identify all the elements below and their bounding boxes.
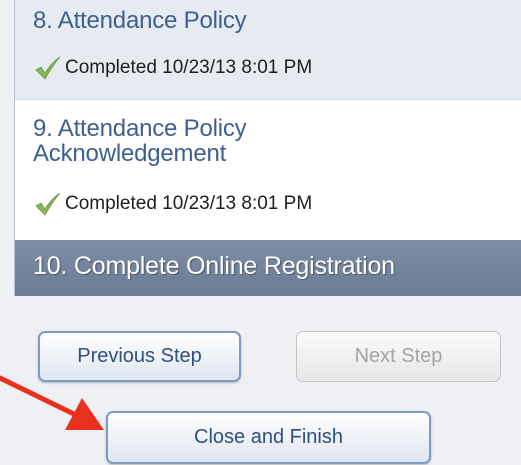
step-attendance-policy[interactable]: 8. Attendance Policy Completed 10/23/13 … [15, 0, 521, 100]
step-status: Completed 10/23/13 8:01 PM [33, 55, 312, 81]
step-title[interactable]: 9. Attendance Policy Acknowledgement [33, 116, 363, 166]
checkmark-icon [35, 56, 61, 80]
step-title[interactable]: 8. Attendance Policy [33, 8, 247, 33]
step-attendance-acknowledgement[interactable]: 9. Attendance Policy Acknowledgement Com… [15, 100, 521, 240]
status-text: Completed 10/23/13 8:01 PM [65, 193, 313, 214]
registration-steps-screen: 8. Attendance Policy Completed 10/23/13 … [0, 0, 521, 465]
step-title[interactable]: 10. Complete Online Registration [33, 254, 395, 279]
step-complete-online-registration[interactable]: 10. Complete Online Registration [15, 240, 521, 296]
red-arrow-icon [0, 375, 104, 430]
checkmark-icon [35, 192, 61, 216]
close-and-finish-button[interactable]: Close and Finish [106, 411, 431, 464]
status-text: Completed 10/23/13 8:01 PM [65, 57, 313, 78]
step-status: Completed 10/23/13 8:01 PM [33, 191, 312, 217]
steps-list: 8. Attendance Policy Completed 10/23/13 … [14, 0, 521, 296]
next-step-button[interactable]: Next Step [296, 331, 501, 382]
